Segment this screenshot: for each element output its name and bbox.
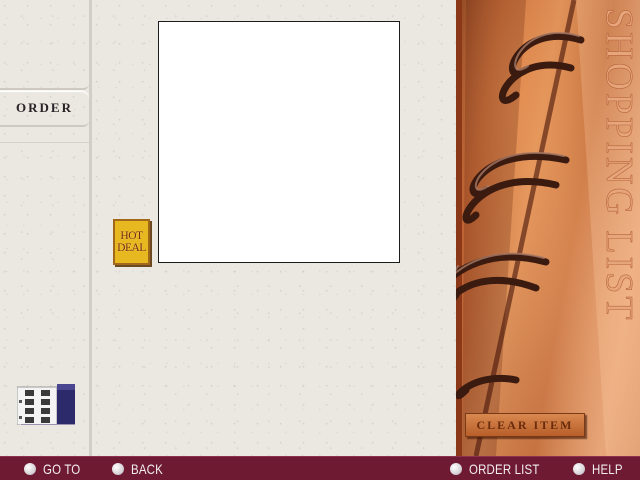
help-button[interactable]: HELP xyxy=(573,457,629,480)
tab-order-label: ORDER xyxy=(16,100,73,115)
shopping-list-panel: SHOPPING LIST xyxy=(456,0,640,456)
circle-bullet-icon xyxy=(112,462,124,475)
order-list-button[interactable]: ORDER LIST xyxy=(450,457,555,480)
tab-order[interactable]: ORDER xyxy=(0,90,89,127)
hot-deal-badge[interactable]: HOT DEAL xyxy=(113,219,150,265)
order-list-label: ORDER LIST xyxy=(469,460,540,477)
goto-label: GO TO xyxy=(43,460,81,477)
hot-deal-line1: HOT xyxy=(120,230,143,242)
shopping-list-title: SHOPPING LIST xyxy=(598,8,640,323)
clear-item-label: CLEAR ITEM xyxy=(476,417,574,432)
sidebar: ORDER xyxy=(0,0,92,456)
bottom-nav-bar: GO TO BACK ORDER LIST HELP xyxy=(0,456,640,480)
sidebar-tab-blank xyxy=(0,0,89,90)
clear-item-button[interactable]: CLEAR ITEM xyxy=(465,413,585,437)
product-image-frame xyxy=(158,21,400,263)
back-label: BACK xyxy=(131,460,163,477)
circle-bullet-icon xyxy=(450,462,462,475)
back-button[interactable]: BACK xyxy=(112,457,170,480)
hot-deal-line2: DEAL xyxy=(117,242,146,254)
circle-bullet-icon xyxy=(24,462,36,475)
goto-button[interactable]: GO TO xyxy=(24,457,89,480)
sidebar-tab-edge xyxy=(0,128,89,143)
shopping-list-title-text: SHOPPING LIST xyxy=(598,8,640,323)
help-label: HELP xyxy=(592,460,623,477)
circle-bullet-icon xyxy=(573,462,585,475)
keypad-icon[interactable] xyxy=(16,384,75,426)
